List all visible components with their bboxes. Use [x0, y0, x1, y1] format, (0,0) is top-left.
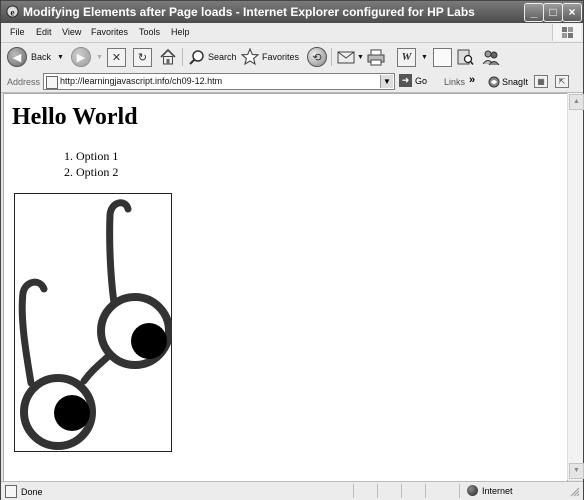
stop-button[interactable]: ✕ — [107, 46, 126, 68]
list-item: Option 1 — [76, 148, 118, 164]
links-label[interactable]: Links — [444, 77, 465, 87]
svg-text:e: e — [10, 8, 14, 18]
favorites-label: Favorites — [262, 52, 300, 62]
page-heading: Hello World — [12, 104, 138, 130]
refresh-button[interactable]: ↻ — [133, 46, 152, 68]
snagit-button[interactable]: SnagIt — [488, 76, 528, 88]
go-button[interactable]: ➜ Go — [399, 74, 427, 87]
forward-dropdown-icon[interactable]: ▼ — [96, 54, 103, 61]
messenger-button[interactable] — [482, 46, 500, 68]
page-content: Hello World Option 1 Option 2 — [3, 93, 568, 482]
refresh-icon: ↻ — [133, 47, 152, 67]
title-bar: e Modifying Elements after Page loads - … — [1, 1, 583, 23]
windows-logo-icon — [552, 24, 581, 41]
search-icon — [189, 49, 204, 65]
menu-view[interactable]: View — [62, 27, 81, 37]
scroll-down-arrow-icon[interactable]: ▼ — [569, 463, 584, 479]
favorites-button[interactable]: Favorites — [241, 46, 299, 68]
menu-bar: File Edit View Favorites Tools Help — [1, 23, 583, 43]
googly-eyes-image — [14, 193, 172, 452]
mail-button[interactable]: ▼ — [337, 46, 364, 68]
go-arrow-icon: ➜ — [399, 74, 412, 87]
scroll-up-arrow-icon[interactable]: ▲ — [569, 94, 584, 110]
menu-edit[interactable]: Edit — [36, 27, 52, 37]
snagit-capture-button[interactable]: ⇱ — [555, 75, 569, 88]
list-item: Option 2 — [76, 164, 118, 180]
ie-logo-icon: e — [6, 5, 19, 18]
research-book-icon — [457, 49, 474, 66]
resize-grip-icon[interactable] — [569, 486, 580, 497]
home-button[interactable] — [159, 46, 177, 68]
mail-dropdown-icon[interactable]: ▼ — [357, 54, 364, 61]
go-label: Go — [415, 75, 428, 86]
favorites-star-icon — [241, 48, 259, 66]
menu-favorites[interactable]: Favorites — [91, 27, 128, 37]
forward-button[interactable]: ▶ ▼ — [71, 46, 103, 68]
address-url: http://learningjavascript.info/ch09-12.h… — [60, 76, 223, 86]
messenger-people-icon — [482, 50, 500, 66]
links-chevron-icon[interactable]: » — [469, 74, 475, 86]
close-button[interactable]: × — [562, 3, 582, 22]
status-separator — [377, 484, 378, 498]
back-arrow-icon: ◀ — [7, 47, 27, 67]
status-separator — [401, 484, 402, 498]
history-button[interactable]: ⟲ — [307, 46, 327, 68]
print-button[interactable] — [367, 46, 385, 68]
printer-icon — [367, 49, 385, 65]
blank-page-icon — [433, 47, 452, 67]
options-list: Option 1 Option 2 — [52, 148, 118, 180]
status-separator — [353, 484, 354, 498]
back-dropdown-icon[interactable]: ▼ — [57, 54, 64, 61]
security-zone: Internet — [467, 485, 513, 496]
window-title: Modifying Elements after Page loads - In… — [23, 5, 475, 19]
search-label: Search — [208, 52, 237, 62]
address-dropdown-icon[interactable]: ▼ — [380, 75, 393, 88]
browser-window: e Modifying Elements after Page loads - … — [0, 0, 584, 500]
discuss-button[interactable] — [433, 46, 452, 68]
status-separator — [459, 484, 460, 498]
back-button[interactable]: ◀ Back ▼ — [7, 46, 64, 68]
minimize-button[interactable]: _ — [524, 3, 544, 22]
word-document-icon: W — [397, 47, 416, 67]
status-message: Done — [5, 485, 43, 498]
status-text: Done — [21, 486, 43, 497]
edit-word-button[interactable]: W ▼ — [397, 46, 428, 68]
menu-file[interactable]: File — [10, 27, 25, 37]
zone-label: Internet — [482, 485, 513, 496]
address-bar: Address http://learningjavascript.info/c… — [1, 71, 583, 93]
mail-icon — [337, 51, 355, 64]
back-label: Back — [31, 52, 52, 62]
toolbar-separator — [331, 48, 332, 66]
menu-tools[interactable]: Tools — [139, 27, 160, 37]
vertical-scrollbar[interactable]: ▲ ▼ — [567, 93, 584, 480]
menu-help[interactable]: Help — [171, 27, 190, 37]
snagit-label: SnagIt — [502, 77, 529, 87]
home-icon — [160, 48, 176, 65]
history-icon: ⟲ — [307, 47, 327, 67]
standard-toolbar: ◀ Back ▼ ▶ ▼ ✕ ↻ Search Favorites ⟲ ▼ W … — [1, 43, 583, 72]
page-icon — [46, 76, 58, 89]
status-separator — [425, 484, 426, 498]
address-label: Address — [7, 77, 41, 87]
address-input[interactable]: http://learningjavascript.info/ch09-12.h… — [43, 73, 395, 90]
snagit-capture-icon: ⇱ — [555, 75, 569, 88]
forward-arrow-icon: ▶ — [71, 47, 91, 67]
edit-dropdown-icon[interactable]: ▼ — [421, 54, 428, 61]
globe-icon — [467, 485, 478, 496]
snagit-window-button[interactable]: ▦ — [534, 75, 548, 88]
research-button[interactable] — [456, 46, 474, 68]
maximize-button[interactable]: □ — [543, 3, 563, 22]
toolbar-separator — [182, 48, 183, 66]
status-bar: Done Internet — [1, 481, 583, 500]
snagit-icon — [488, 76, 500, 88]
search-button[interactable]: Search — [188, 46, 237, 68]
stop-icon: ✕ — [107, 47, 126, 67]
snagit-window-icon: ▦ — [534, 75, 548, 88]
page-icon — [5, 485, 17, 498]
